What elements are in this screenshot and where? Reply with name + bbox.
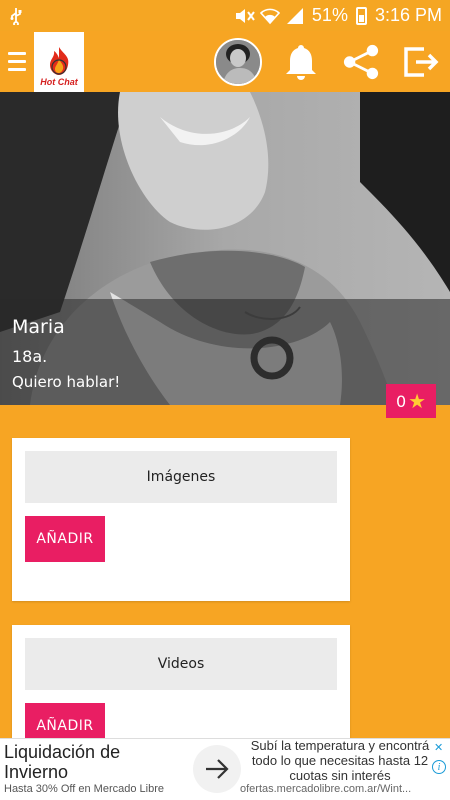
ad-subtitle[interactable]: Hasta 30% Off en Mercado Libre (4, 783, 164, 795)
flame-icon (50, 46, 69, 75)
star-icon: ★ (408, 389, 427, 413)
rating-badge[interactable]: 0 ★ (386, 384, 436, 418)
menu-button[interactable] (0, 31, 34, 92)
battery-percent: 51% (311, 5, 348, 25)
bell-icon[interactable] (282, 43, 320, 81)
profile-name: Maria (12, 316, 65, 338)
ad-description[interactable]: Subí la temperatura y encontrá todo lo q… (244, 738, 436, 783)
ad-close-icon[interactable]: ✕ (434, 741, 443, 754)
logo-text: Hot Chat (40, 76, 78, 87)
app-bar: Hot Chat (0, 31, 450, 92)
clock: 3:16 PM (374, 5, 442, 25)
app-logo[interactable]: Hot Chat (34, 31, 84, 92)
ad-url[interactable]: ofertas.mercadolibre.com.ar/Wint... (240, 783, 446, 795)
images-section-title: Imágenes (25, 451, 337, 503)
arrow-right-icon[interactable] (193, 745, 241, 793)
profile-status: Quiero hablar! (12, 373, 121, 391)
ad-info-icon[interactable]: i (432, 760, 446, 774)
wifi-icon (259, 7, 281, 25)
battery-icon (355, 6, 367, 25)
images-card: Imágenes AÑADIR (12, 438, 350, 601)
videos-card: Videos AÑADIR (12, 625, 350, 749)
mute-icon (234, 7, 255, 25)
videos-section-title: Videos (25, 638, 337, 690)
rating-count: 0 (395, 391, 407, 411)
logout-icon[interactable] (402, 43, 440, 81)
status-bar: 51% 3:16 PM (0, 0, 450, 31)
usb-icon (8, 7, 26, 27)
ad-title[interactable]: Liquidación de Invierno (4, 742, 184, 782)
profile-age: 18a. (12, 347, 48, 366)
add-image-button[interactable]: AÑADIR (25, 516, 105, 562)
signal-icon (286, 7, 304, 25)
avatar[interactable] (214, 37, 262, 86)
share-icon[interactable] (342, 43, 380, 81)
